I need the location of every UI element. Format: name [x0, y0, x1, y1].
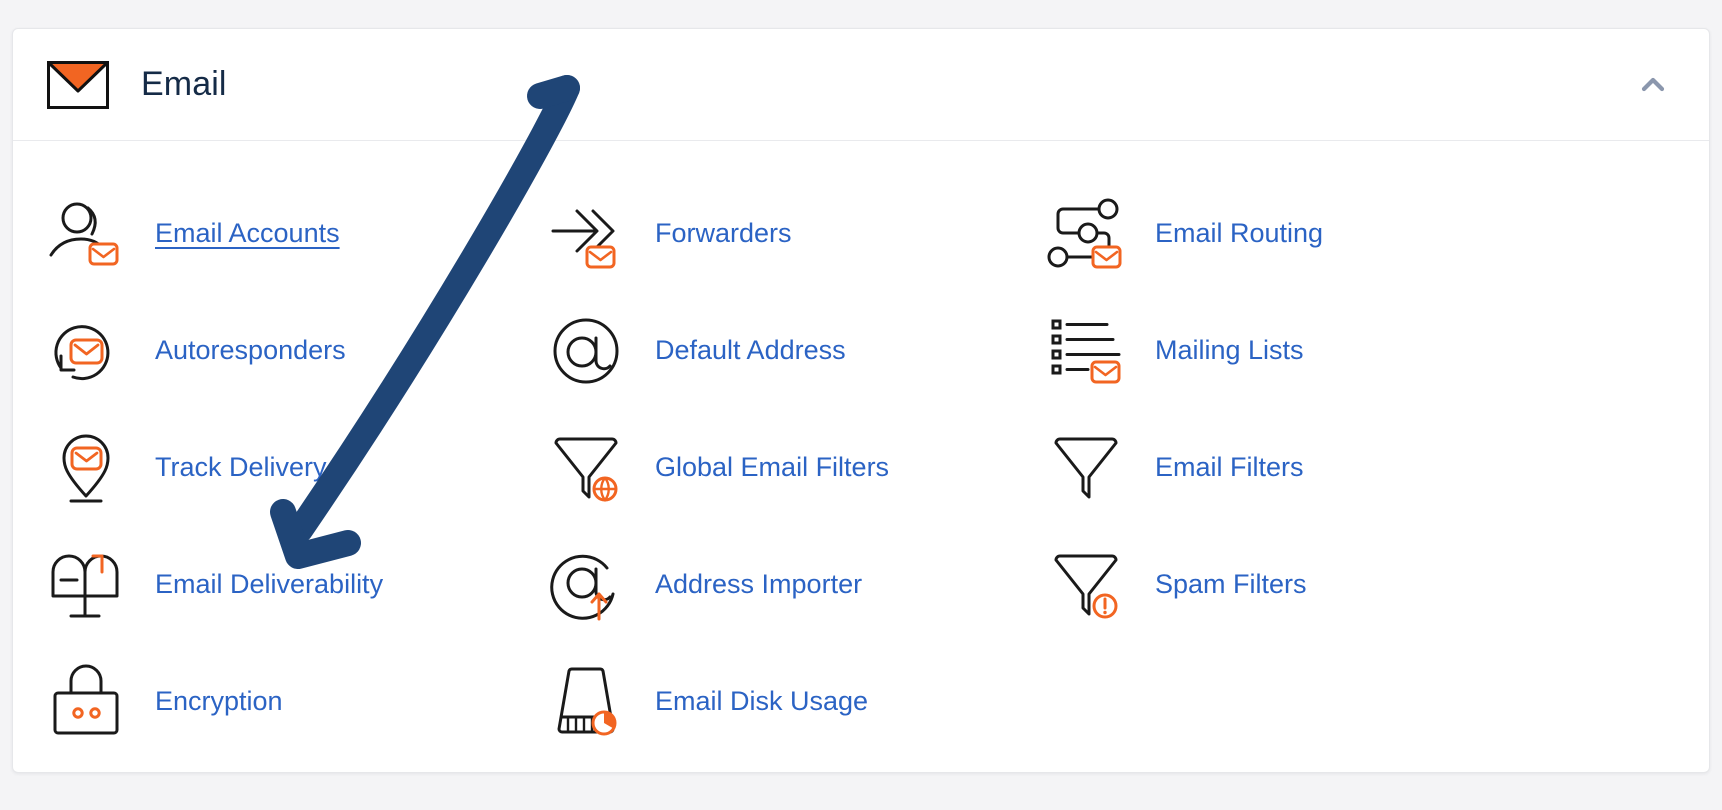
- tool-label: Forwarders: [655, 218, 792, 248]
- routing-nodes-icon: [1047, 195, 1125, 273]
- tool-label: Encryption: [155, 686, 283, 716]
- tool-label: Email Disk Usage: [655, 686, 869, 716]
- tool-label: Address Importer: [655, 569, 863, 599]
- tool-label: Track Delivery: [155, 452, 327, 482]
- tool-label: Email Accounts: [155, 218, 340, 248]
- tool-email-filters[interactable]: Email Filters: [1013, 409, 1573, 526]
- tool-encryption[interactable]: Encryption: [13, 643, 513, 760]
- tool-email-routing[interactable]: Email Routing: [1013, 175, 1573, 292]
- tool-label: Default Address: [655, 335, 846, 365]
- tool-global-email-filters[interactable]: Global Email Filters: [513, 409, 1013, 526]
- tool-default-address[interactable]: Default Address: [513, 292, 1013, 409]
- loop-envelope-icon: [47, 312, 125, 390]
- at-sign-upload-icon: [547, 546, 625, 624]
- tool-track-delivery[interactable]: Track Delivery: [13, 409, 513, 526]
- mailbox-icon: [47, 546, 125, 624]
- chevron-up-icon[interactable]: [1631, 63, 1675, 107]
- page-title: Email: [141, 65, 227, 103]
- tool-spam-filters[interactable]: Spam Filters: [1013, 526, 1573, 643]
- tool-label: Email Deliverability: [155, 569, 384, 599]
- arrows-envelope-icon: [547, 195, 625, 273]
- tool-autoresponders[interactable]: Autoresponders: [13, 292, 513, 409]
- tool-label: Autoresponders: [155, 335, 346, 365]
- padlock-icon: [47, 663, 125, 741]
- tool-label: Global Email Filters: [655, 452, 890, 482]
- tool-email-accounts[interactable]: Email Accounts: [13, 175, 513, 292]
- tool-label: Mailing Lists: [1155, 335, 1304, 365]
- funnel-alert-icon: [1047, 546, 1125, 624]
- screen: Email Email Accounts Forwarders Email Ro…: [0, 0, 1722, 810]
- email-section-header: Email: [13, 29, 1709, 141]
- tool-label: Email Routing: [1155, 218, 1324, 248]
- disk-pie-icon: [547, 663, 625, 741]
- tool-forwarders[interactable]: Forwarders: [513, 175, 1013, 292]
- email-section-card: Email Email Accounts Forwarders Email Ro…: [12, 28, 1710, 773]
- envelope-icon: [47, 60, 109, 109]
- email-tools-grid: Email Accounts Forwarders Email Routing …: [13, 141, 1709, 760]
- list-envelope-icon: [1047, 312, 1125, 390]
- tool-label: Spam Filters: [1155, 569, 1307, 599]
- tool-address-importer[interactable]: Address Importer: [513, 526, 1013, 643]
- funnel-globe-icon: [547, 429, 625, 507]
- funnel-icon: [1047, 429, 1125, 507]
- tool-email-deliverability[interactable]: Email Deliverability: [13, 526, 513, 643]
- tool-label: Email Filters: [1155, 452, 1304, 482]
- map-pin-envelope-icon: [47, 429, 125, 507]
- tool-email-disk-usage[interactable]: Email Disk Usage: [513, 643, 1013, 760]
- at-sign-icon: [547, 312, 625, 390]
- tool-mailing-lists[interactable]: Mailing Lists: [1013, 292, 1573, 409]
- user-envelope-icon: [47, 195, 125, 273]
